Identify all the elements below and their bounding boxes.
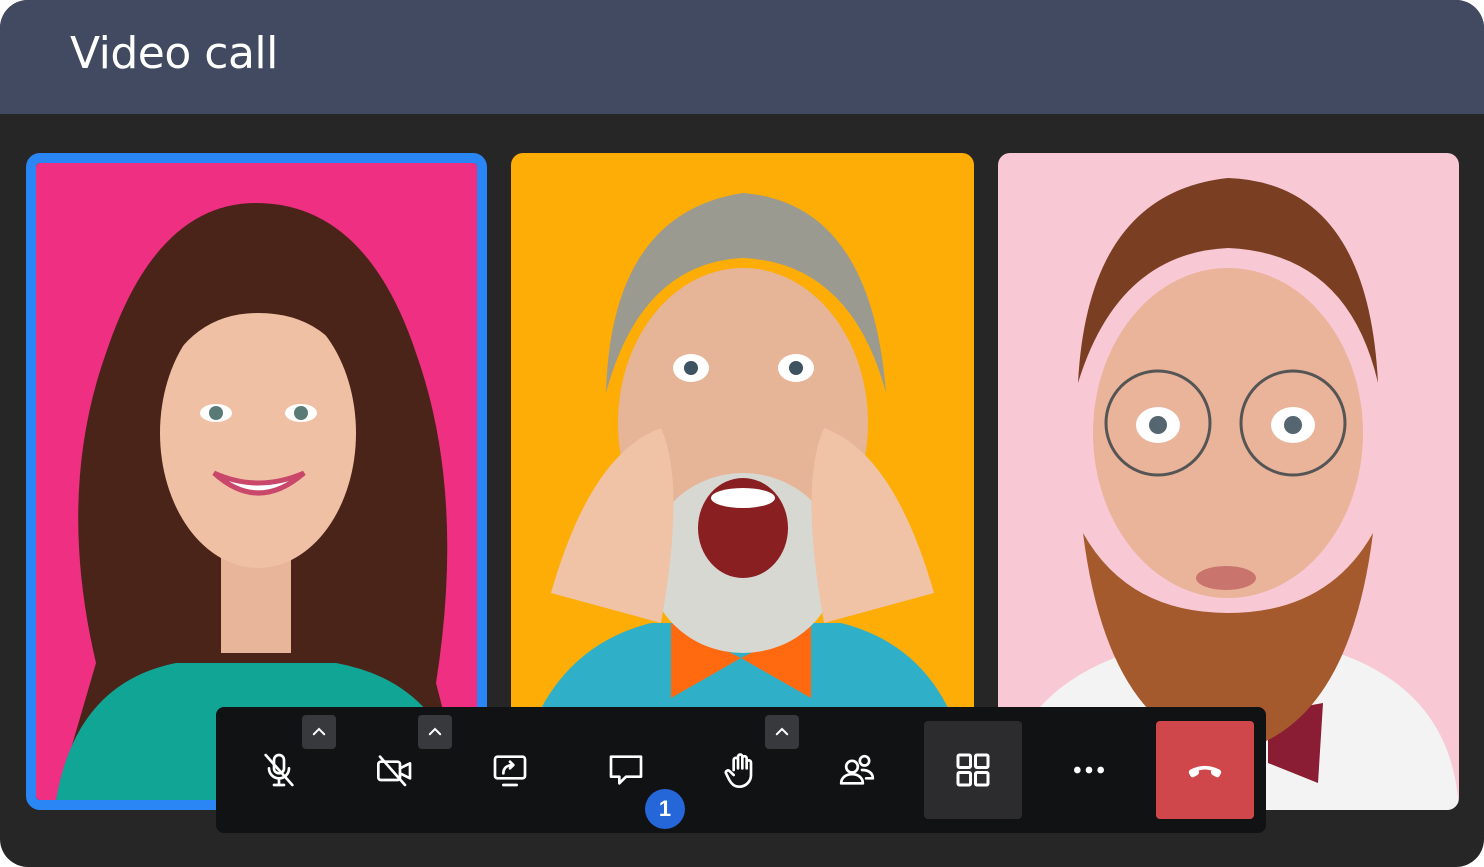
phone-hangup-icon [1188,765,1222,778]
camera-options-button[interactable] [418,715,452,749]
grid-icon [956,753,990,787]
hand-icon [724,753,753,788]
raise-hand-options-button[interactable] [765,715,799,749]
end-call-button[interactable] [1156,721,1254,819]
microphone-options-button[interactable] [302,715,336,749]
more-icon [1074,766,1104,774]
chevron-up-icon [312,727,326,736]
chevron-up-icon [775,727,789,736]
chat-unread-badge: 1 [645,789,685,829]
video-off-icon [377,755,412,787]
participant-video-1 [36,163,477,800]
participants-button[interactable] [808,721,906,819]
video-call-window: Video call 1 [0,0,1484,867]
chat-icon [609,755,643,785]
chevron-up-icon [428,727,442,736]
people-icon [839,754,875,785]
mic-off-icon [264,753,294,787]
window-title: Video call [70,28,278,79]
layout-grid-button[interactable] [924,721,1022,819]
share-screen-icon [493,755,527,787]
share-screen-button[interactable] [461,721,559,819]
more-options-button[interactable] [1040,721,1138,819]
call-controls-toolbar: 1 [216,707,1266,833]
title-bar: Video call [0,0,1484,114]
